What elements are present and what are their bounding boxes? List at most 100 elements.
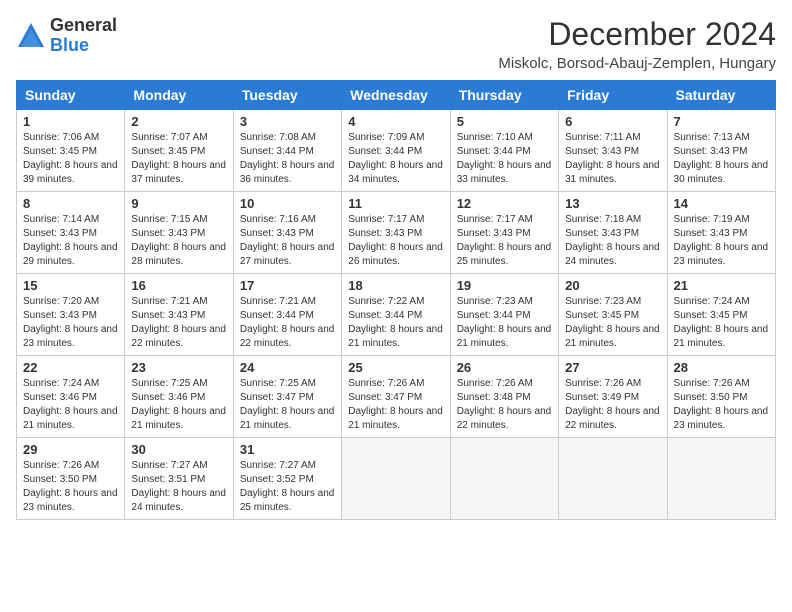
day-number: 25	[348, 360, 443, 375]
calendar-week-2: 8 Sunrise: 7:14 AMSunset: 3:43 PMDaylight…	[17, 192, 776, 274]
day-info: Sunrise: 7:21 AMSunset: 3:43 PMDaylight:…	[131, 295, 226, 351]
calendar-header-tuesday: Tuesday	[233, 81, 341, 110]
month-title: December 2024	[498, 16, 776, 53]
day-number: 28	[674, 360, 769, 375]
day-info: Sunrise: 7:08 AMSunset: 3:44 PMDaylight:…	[240, 131, 335, 187]
day-info: Sunrise: 7:27 AMSunset: 3:52 PMDaylight:…	[240, 459, 335, 515]
calendar-week-1: 1 Sunrise: 7:06 AMSunset: 3:45 PMDaylight…	[17, 110, 776, 192]
day-number: 7	[674, 114, 769, 129]
calendar-header-friday: Friday	[559, 81, 667, 110]
calendar-day-cell: 20 Sunrise: 7:23 AMSunset: 3:45 PMDayligh…	[559, 274, 667, 356]
day-number: 14	[674, 196, 769, 211]
day-info: Sunrise: 7:17 AMSunset: 3:43 PMDaylight:…	[457, 213, 552, 269]
calendar-day-cell: 1 Sunrise: 7:06 AMSunset: 3:45 PMDaylight…	[17, 110, 125, 192]
day-info: Sunrise: 7:23 AMSunset: 3:45 PMDaylight:…	[565, 295, 660, 351]
calendar-day-cell: 18 Sunrise: 7:22 AMSunset: 3:44 PMDayligh…	[342, 274, 450, 356]
day-info: Sunrise: 7:15 AMSunset: 3:43 PMDaylight:…	[131, 213, 226, 269]
day-number: 19	[457, 278, 552, 293]
day-number: 17	[240, 278, 335, 293]
day-number: 10	[240, 196, 335, 211]
calendar-day-cell: 9 Sunrise: 7:15 AMSunset: 3:43 PMDaylight…	[125, 192, 233, 274]
calendar-day-cell: 25 Sunrise: 7:26 AMSunset: 3:47 PMDayligh…	[342, 356, 450, 438]
day-info: Sunrise: 7:27 AMSunset: 3:51 PMDaylight:…	[131, 459, 226, 515]
day-info: Sunrise: 7:07 AMSunset: 3:45 PMDaylight:…	[131, 131, 226, 187]
day-number: 29	[23, 442, 118, 457]
day-number: 3	[240, 114, 335, 129]
logo-text: General Blue	[50, 16, 117, 56]
day-info: Sunrise: 7:20 AMSunset: 3:43 PMDaylight:…	[23, 295, 118, 351]
calendar-header-wednesday: Wednesday	[342, 81, 450, 110]
calendar-week-4: 22 Sunrise: 7:24 AMSunset: 3:46 PMDayligh…	[17, 356, 776, 438]
day-info: Sunrise: 7:14 AMSunset: 3:43 PMDaylight:…	[23, 213, 118, 269]
calendar-header-sunday: Sunday	[17, 81, 125, 110]
calendar-day-cell	[559, 438, 667, 520]
calendar-day-cell: 13 Sunrise: 7:18 AMSunset: 3:43 PMDayligh…	[559, 192, 667, 274]
day-number: 8	[23, 196, 118, 211]
day-info: Sunrise: 7:16 AMSunset: 3:43 PMDaylight:…	[240, 213, 335, 269]
day-number: 24	[240, 360, 335, 375]
calendar-day-cell: 6 Sunrise: 7:11 AMSunset: 3:43 PMDaylight…	[559, 110, 667, 192]
calendar-table: SundayMondayTuesdayWednesdayThursdayFrid…	[16, 80, 776, 520]
calendar-day-cell	[450, 438, 558, 520]
calendar-day-cell: 14Sunrise: 7:19 AMSunset: 3:43 PMDayligh…	[667, 192, 775, 274]
day-info: Sunrise: 7:09 AMSunset: 3:44 PMDaylight:…	[348, 131, 443, 187]
day-info: Sunrise: 7:26 AMSunset: 3:50 PMDaylight:…	[23, 459, 118, 515]
calendar-body: 1 Sunrise: 7:06 AMSunset: 3:45 PMDaylight…	[17, 110, 776, 520]
calendar-day-cell: 27 Sunrise: 7:26 AMSunset: 3:49 PMDayligh…	[559, 356, 667, 438]
day-number: 4	[348, 114, 443, 129]
day-number: 9	[131, 196, 226, 211]
day-info: Sunrise: 7:11 AMSunset: 3:43 PMDaylight:…	[565, 131, 660, 187]
calendar-header-saturday: Saturday	[667, 81, 775, 110]
day-number: 12	[457, 196, 552, 211]
calendar-day-cell: 24 Sunrise: 7:25 AMSunset: 3:47 PMDayligh…	[233, 356, 341, 438]
calendar-day-cell: 12 Sunrise: 7:17 AMSunset: 3:43 PMDayligh…	[450, 192, 558, 274]
calendar-day-cell: 3 Sunrise: 7:08 AMSunset: 3:44 PMDaylight…	[233, 110, 341, 192]
day-number: 22	[23, 360, 118, 375]
day-number: 1	[23, 114, 118, 129]
day-info: Sunrise: 7:06 AMSunset: 3:45 PMDaylight:…	[23, 131, 118, 187]
page-header: General Blue December 2024 Miskolc, Bors…	[16, 16, 776, 72]
day-info: Sunrise: 7:25 AMSunset: 3:47 PMDaylight:…	[240, 377, 335, 433]
calendar-day-cell: 10 Sunrise: 7:16 AMSunset: 3:43 PMDayligh…	[233, 192, 341, 274]
calendar-header-row: SundayMondayTuesdayWednesdayThursdayFrid…	[17, 81, 776, 110]
day-info: Sunrise: 7:26 AMSunset: 3:48 PMDaylight:…	[457, 377, 552, 433]
calendar-header-monday: Monday	[125, 81, 233, 110]
day-number: 18	[348, 278, 443, 293]
day-info: Sunrise: 7:13 AMSunset: 3:43 PMDaylight:…	[674, 131, 769, 187]
calendar-day-cell: 21Sunrise: 7:24 AMSunset: 3:45 PMDayligh…	[667, 274, 775, 356]
calendar-day-cell: 11Sunrise: 7:17 AMSunset: 3:43 PMDayligh…	[342, 192, 450, 274]
calendar-day-cell	[667, 438, 775, 520]
day-number: 6	[565, 114, 660, 129]
day-info: Sunrise: 7:24 AMSunset: 3:46 PMDaylight:…	[23, 377, 118, 433]
day-number: 15	[23, 278, 118, 293]
day-info: Sunrise: 7:26 AMSunset: 3:47 PMDaylight:…	[348, 377, 443, 433]
day-number: 11	[348, 196, 443, 211]
day-number: 26	[457, 360, 552, 375]
day-info: Sunrise: 7:18 AMSunset: 3:43 PMDaylight:…	[565, 213, 660, 269]
day-info: Sunrise: 7:26 AMSunset: 3:49 PMDaylight:…	[565, 377, 660, 433]
logo-icon	[16, 21, 46, 51]
day-info: Sunrise: 7:24 AMSunset: 3:45 PMDaylight:…	[674, 295, 769, 351]
day-number: 13	[565, 196, 660, 211]
calendar-day-cell: 7 Sunrise: 7:13 AMSunset: 3:43 PMDaylight…	[667, 110, 775, 192]
calendar-day-cell: 15 Sunrise: 7:20 AMSunset: 3:43 PMDayligh…	[17, 274, 125, 356]
day-info: Sunrise: 7:21 AMSunset: 3:44 PMDaylight:…	[240, 295, 335, 351]
calendar-day-cell: 5Sunrise: 7:10 AMSunset: 3:44 PMDaylight…	[450, 110, 558, 192]
calendar-day-cell: 17 Sunrise: 7:21 AMSunset: 3:44 PMDayligh…	[233, 274, 341, 356]
calendar-day-cell: 16Sunrise: 7:21 AMSunset: 3:43 PMDayligh…	[125, 274, 233, 356]
calendar-day-cell: 30 Sunrise: 7:27 AMSunset: 3:51 PMDayligh…	[125, 438, 233, 520]
logo: General Blue	[16, 16, 117, 56]
title-area: December 2024 Miskolc, Borsod-Abauj-Zemp…	[498, 16, 776, 72]
calendar-week-5: 29 Sunrise: 7:26 AMSunset: 3:50 PMDayligh…	[17, 438, 776, 520]
calendar-day-cell: 4 Sunrise: 7:09 AMSunset: 3:44 PMDaylight…	[342, 110, 450, 192]
day-number: 30	[131, 442, 226, 457]
day-number: 31	[240, 442, 335, 457]
day-number: 20	[565, 278, 660, 293]
calendar-day-cell: 2Sunrise: 7:07 AMSunset: 3:45 PMDaylight…	[125, 110, 233, 192]
calendar-day-cell: 8 Sunrise: 7:14 AMSunset: 3:43 PMDaylight…	[17, 192, 125, 274]
calendar-day-cell: 28Sunrise: 7:26 AMSunset: 3:50 PMDayligh…	[667, 356, 775, 438]
day-info: Sunrise: 7:22 AMSunset: 3:44 PMDaylight:…	[348, 295, 443, 351]
logo-general-text: General	[50, 16, 117, 36]
calendar-day-cell: 23Sunrise: 7:25 AMSunset: 3:46 PMDayligh…	[125, 356, 233, 438]
day-number: 27	[565, 360, 660, 375]
